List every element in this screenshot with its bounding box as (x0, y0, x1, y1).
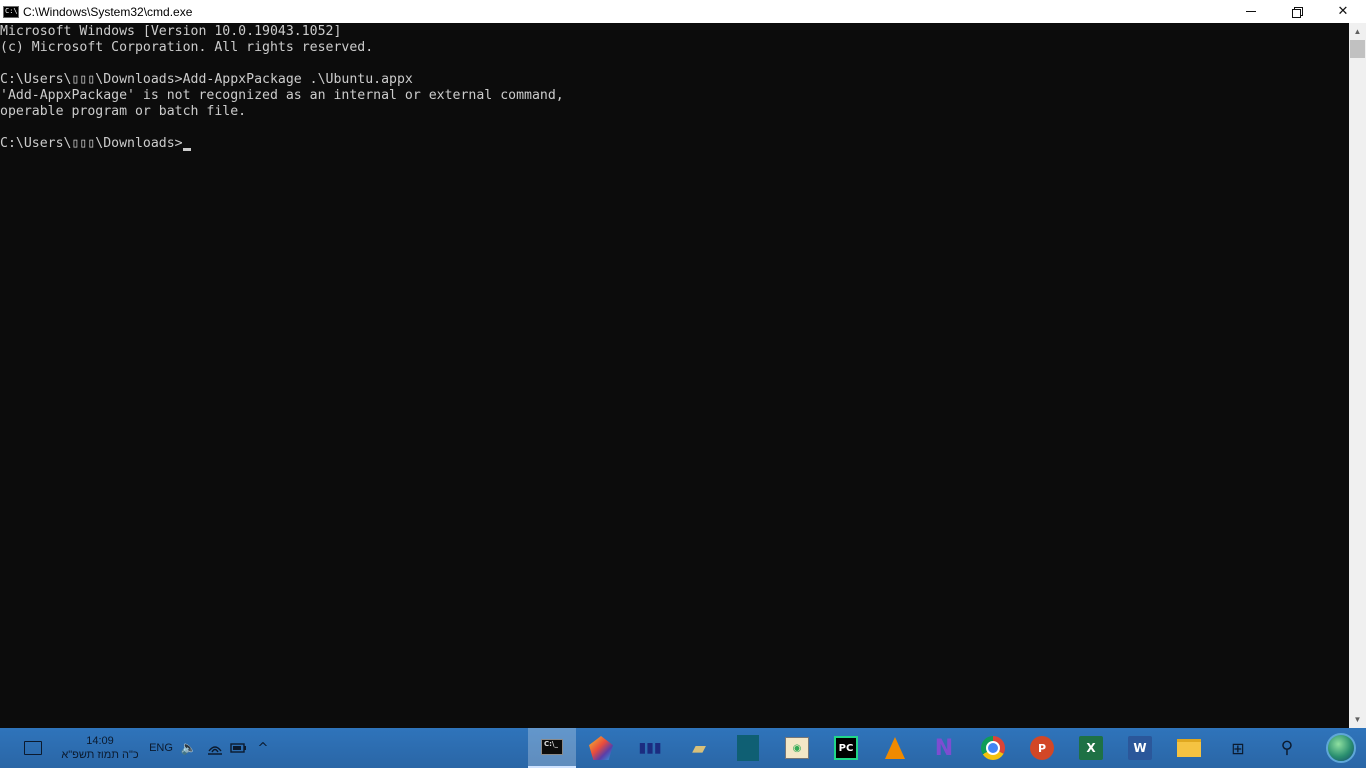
file-app-icon: ▰ (692, 737, 706, 759)
taskbar-app-vlc[interactable] (871, 728, 919, 768)
cmd-icon: C:\ (3, 5, 19, 18)
restore-icon (1292, 6, 1303, 18)
vlc-icon (885, 737, 905, 759)
task-view-icon: ⊞ (1231, 738, 1245, 758)
taskbar-app-file[interactable]: ▰ (675, 728, 723, 768)
pycharm-icon: PC (834, 736, 858, 760)
console-line: 'Add-AppxPackage' is not recognized as a… (0, 88, 564, 103)
taskbar-app-visual-studio[interactable]: N (920, 728, 968, 768)
text-cursor (182, 148, 191, 151)
console-line: Microsoft Windows [Version 10.0.19043.10… (0, 24, 342, 39)
console-prompt-line[interactable]: C:\Users\▯▯▯\Downloads> (0, 136, 1349, 152)
excel-icon: X (1079, 736, 1103, 760)
window-title: C:\Windows\System32\cmd.exe (23, 4, 193, 19)
close-button[interactable]: ✕ (1320, 0, 1366, 23)
taskbar-app-file-explorer[interactable] (1165, 728, 1213, 768)
minimize-icon (1246, 11, 1256, 12)
bars-app-icon: ▮▮▮ (638, 740, 662, 756)
search-icon: ⚲ (1280, 738, 1294, 758)
taskbar-app-bars[interactable]: ▮▮▮ (626, 728, 674, 768)
scroll-up-arrow[interactable]: ▲ (1349, 23, 1366, 40)
wifi-icon[interactable] (204, 728, 226, 768)
battery-icon[interactable] (228, 728, 250, 768)
taskbar-app-chrome[interactable] (969, 728, 1017, 768)
visual-studio-icon: N (934, 735, 954, 761)
word-icon: W (1128, 736, 1152, 760)
start-icon (1326, 733, 1356, 763)
restore-button[interactable] (1274, 0, 1320, 23)
vertical-scrollbar[interactable]: ▲ ▼ (1349, 23, 1366, 728)
chrome-icon (981, 736, 1005, 760)
search-button[interactable]: ⚲ (1263, 728, 1311, 768)
volume-icon[interactable]: 🔈 (178, 728, 200, 768)
taskbar-app-book[interactable] (724, 728, 772, 768)
taskbar-app-map[interactable]: ◉ (773, 728, 821, 768)
taskbar-app-pentagon[interactable] (577, 728, 625, 768)
book-app-icon (737, 735, 759, 761)
battery-glyph (230, 743, 246, 753)
folder-icon (1177, 739, 1201, 757)
taskbar-app-pycharm[interactable]: PC (822, 728, 870, 768)
command-prompt-icon: C:\_ (541, 739, 563, 755)
pentagon-app-icon (589, 736, 613, 760)
title-bar: C:\ C:\Windows\System32\cmd.exe ✕ (0, 0, 1366, 23)
notification-icon (24, 741, 42, 755)
close-icon: ✕ (1337, 4, 1349, 19)
taskbar-app-command-prompt[interactable]: C:\_ (528, 728, 576, 768)
console-line: operable program or batch file. (0, 104, 247, 119)
scroll-down-arrow[interactable]: ▼ (1349, 711, 1366, 728)
action-center-button[interactable] (20, 728, 46, 768)
start-button[interactable] (1318, 728, 1364, 768)
window-controls: ✕ (1228, 0, 1366, 23)
map-app-icon: ◉ (785, 737, 809, 759)
wifi-glyph (208, 746, 222, 755)
clock-date: כ"ה תמוז תשפ"א (61, 749, 139, 761)
taskbar-app-excel[interactable]: X (1067, 728, 1115, 768)
language-indicator[interactable]: ENG (146, 728, 176, 768)
clock-time: 14:09 (86, 735, 114, 747)
show-hidden-icons-button[interactable]: ^ (252, 728, 274, 768)
clock[interactable]: 14:09 כ"ה תמוז תשפ"א (50, 728, 150, 768)
taskbar-app-word[interactable]: W (1116, 728, 1164, 768)
console-output[interactable]: Microsoft Windows [Version 10.0.19043.10… (0, 23, 1349, 728)
console-line: (c) Microsoft Corporation. All rights re… (0, 40, 374, 55)
minimize-button[interactable] (1228, 0, 1274, 23)
console-line: C:\Users\▯▯▯\Downloads>Add-AppxPackage .… (0, 72, 413, 87)
task-view-button[interactable]: ⊞ (1214, 728, 1262, 768)
taskbar-app-powerpoint[interactable]: P (1018, 728, 1066, 768)
console-prompt: C:\Users\▯▯▯\Downloads> (0, 136, 183, 151)
taskbar: 14:09 כ"ה תמוז תשפ"א ENG 🔈 ^ C:\_ ▮▮▮ ▰ … (0, 728, 1366, 768)
scroll-thumb[interactable] (1350, 40, 1365, 58)
powerpoint-icon: P (1030, 736, 1054, 760)
